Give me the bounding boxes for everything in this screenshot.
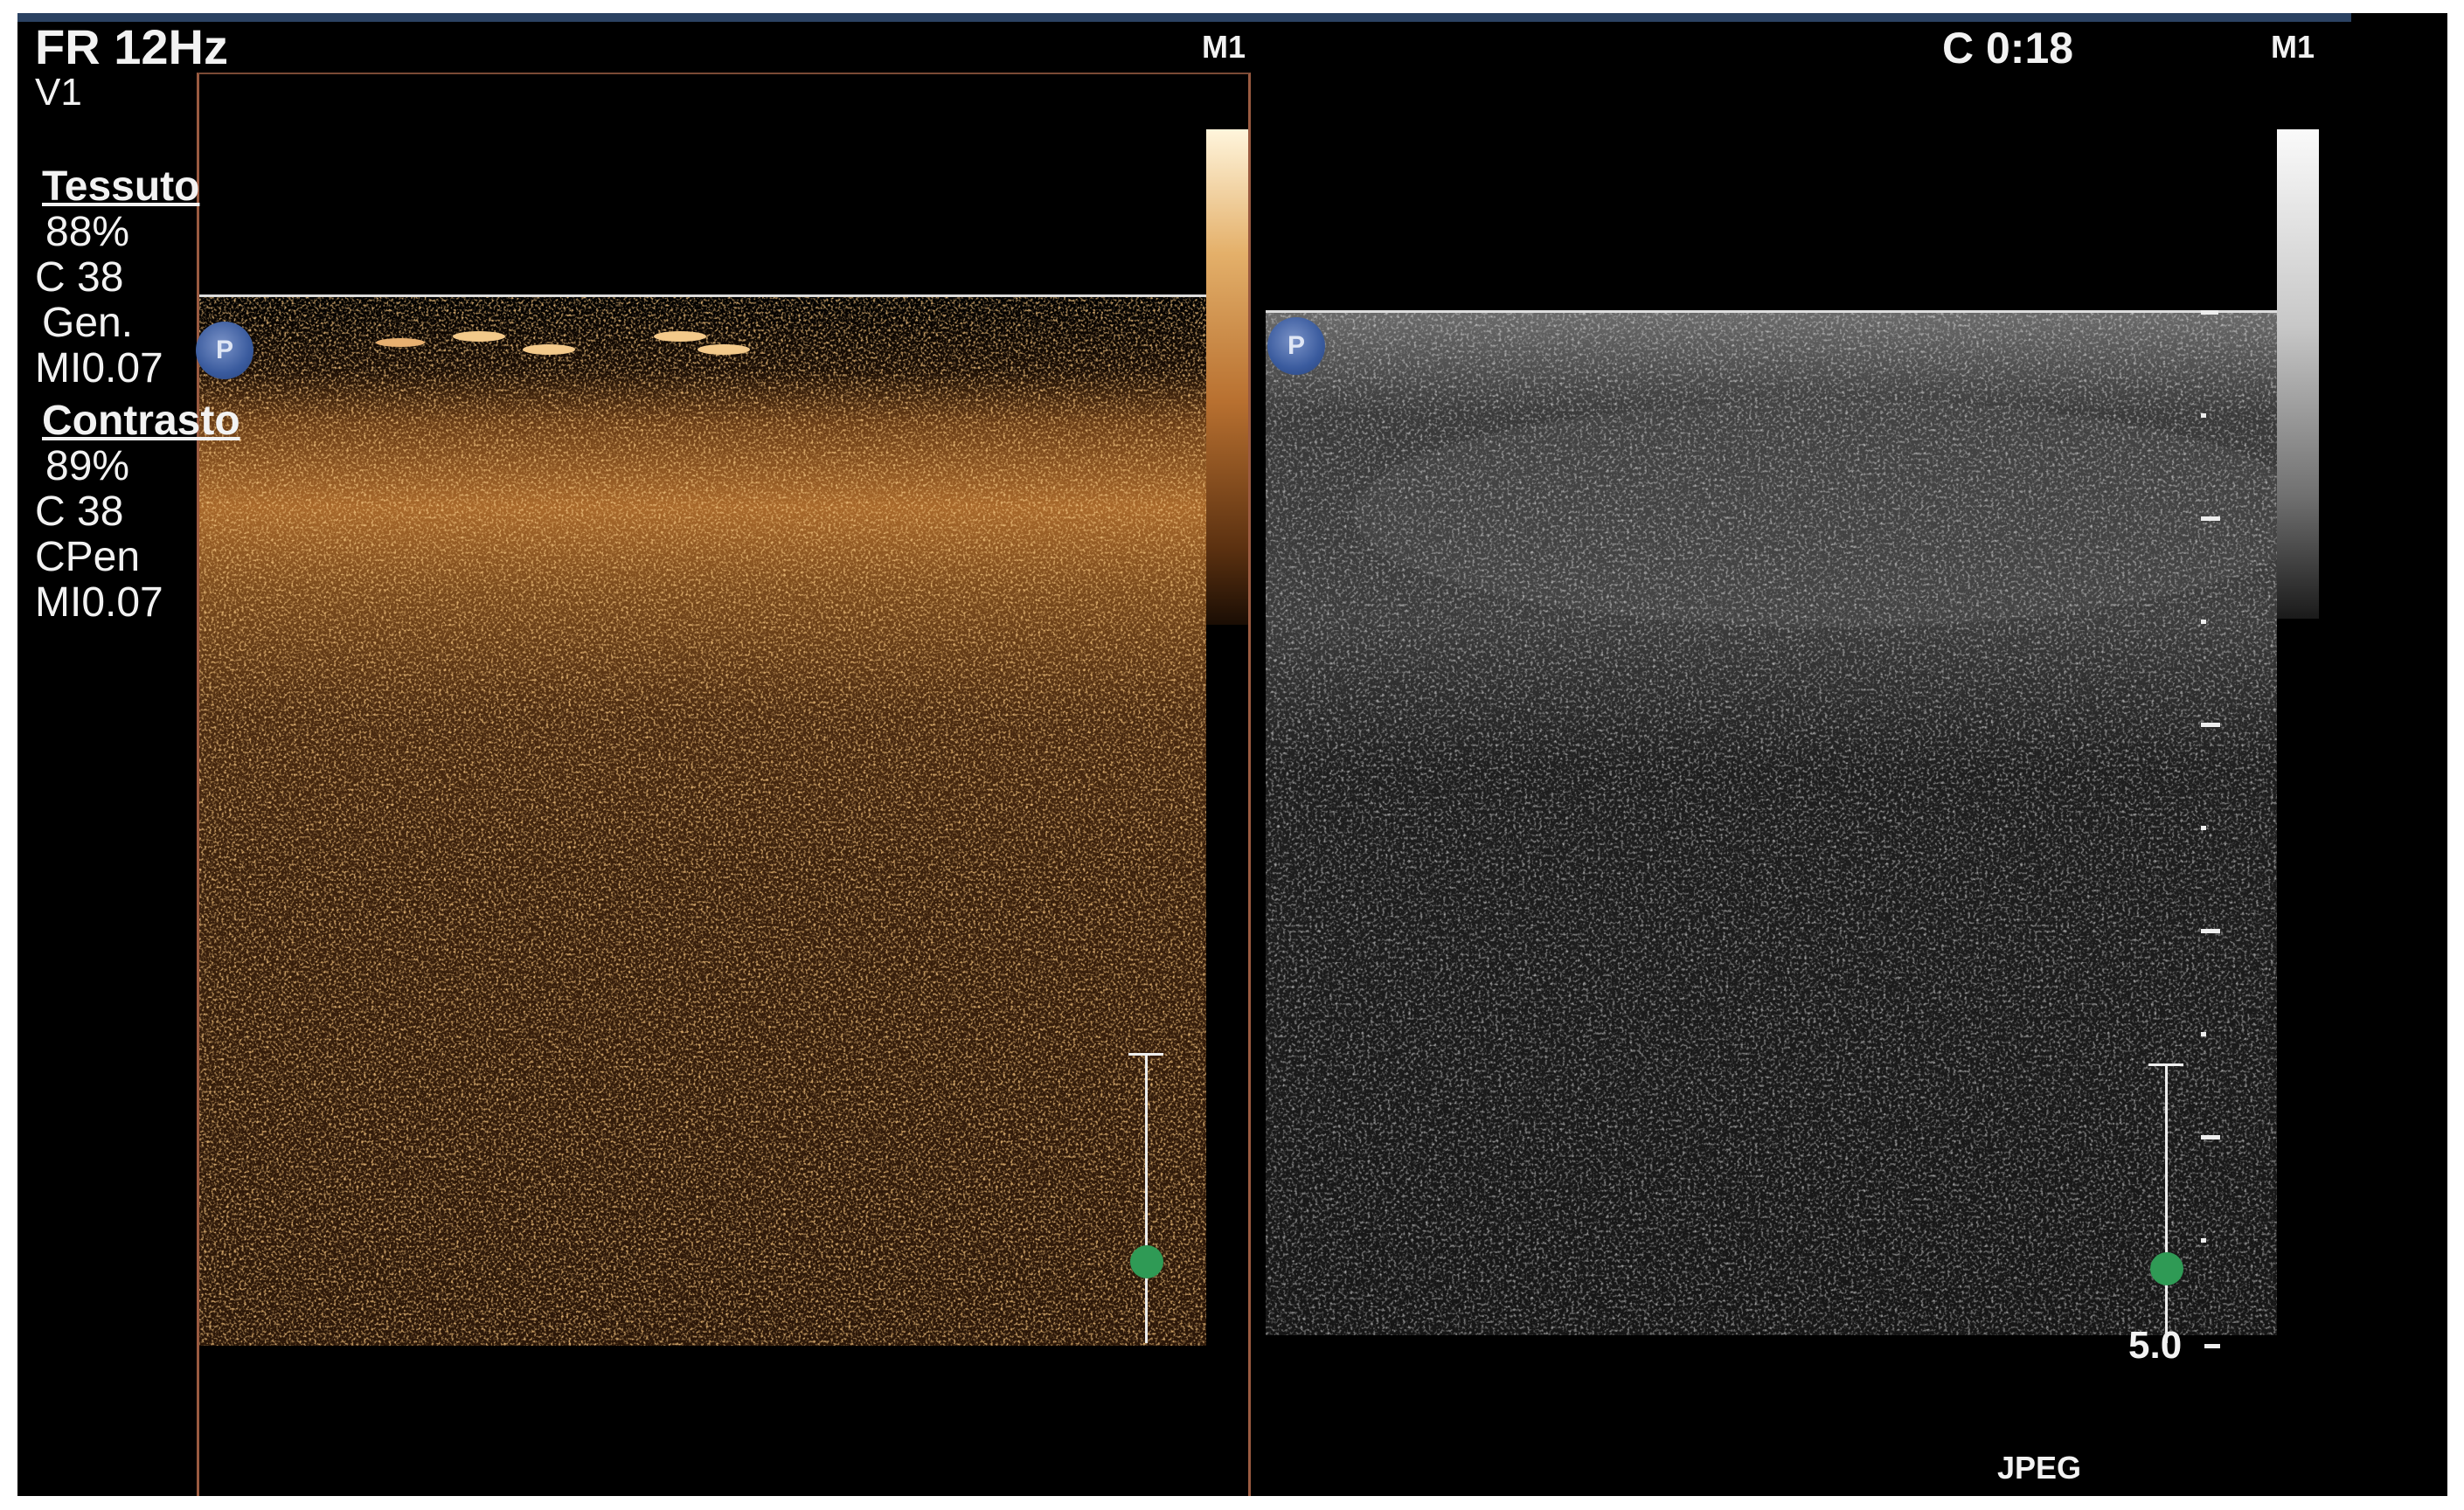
contrast-settings: Contrasto 89% C 38 CPen MI0.07: [35, 398, 240, 626]
probe-orientation-icon: P: [1267, 317, 1325, 375]
focus-marker-right[interactable]: [2148, 1063, 2183, 1343]
contrast-colorbar: [1206, 129, 1248, 625]
frame-rate: FR 12Hz: [35, 19, 228, 74]
depth-tick: [2201, 1238, 2206, 1243]
probe-orientation-icon: P: [196, 322, 253, 379]
contrast-gain: 89%: [45, 443, 130, 489]
tissue-mi: MI0.07: [35, 345, 163, 391]
grayscale-colorbar: [2277, 129, 2319, 619]
depth-tick: [2201, 1135, 2220, 1139]
depth-tick: [2204, 1344, 2220, 1348]
marker-right: M1: [2271, 29, 2315, 65]
format-label: JPEG: [1997, 1450, 2082, 1486]
tissue-settings: Tessuto 88% C 38 Gen. MI0.07: [35, 164, 199, 391]
contrast-title: Contrasto: [42, 398, 240, 444]
contrast-mode: CPen: [35, 534, 141, 580]
tissue-title: Tessuto: [42, 163, 200, 210]
depth-tick: [2201, 826, 2206, 830]
focus-marker-left[interactable]: [1128, 1053, 1163, 1343]
top-bar: [17, 13, 2351, 22]
tissue-mode: Gen.: [42, 300, 134, 346]
marker-left: M1: [1202, 29, 1246, 65]
depth-tick: [2201, 1032, 2206, 1036]
clip-time: C 0:18: [1942, 24, 2074, 73]
contrast-roi-frame: [197, 73, 1251, 1496]
contrast-mi: MI0.07: [35, 579, 163, 626]
depth-tick: [2201, 310, 2218, 315]
tissue-compression: C 38: [35, 254, 124, 301]
depth-tick: [2201, 929, 2220, 933]
depth-tick: [2201, 723, 2220, 727]
tissue-gain: 88%: [45, 209, 130, 255]
volume-label: V1: [35, 71, 82, 114]
contrast-compression: C 38: [35, 488, 124, 535]
depth-tick: [2201, 413, 2206, 418]
depth-tick: [2201, 516, 2220, 521]
skin-line-right: [1266, 310, 2277, 313]
depth-tick: [2201, 620, 2206, 624]
bmode-image: [1266, 313, 2277, 1335]
